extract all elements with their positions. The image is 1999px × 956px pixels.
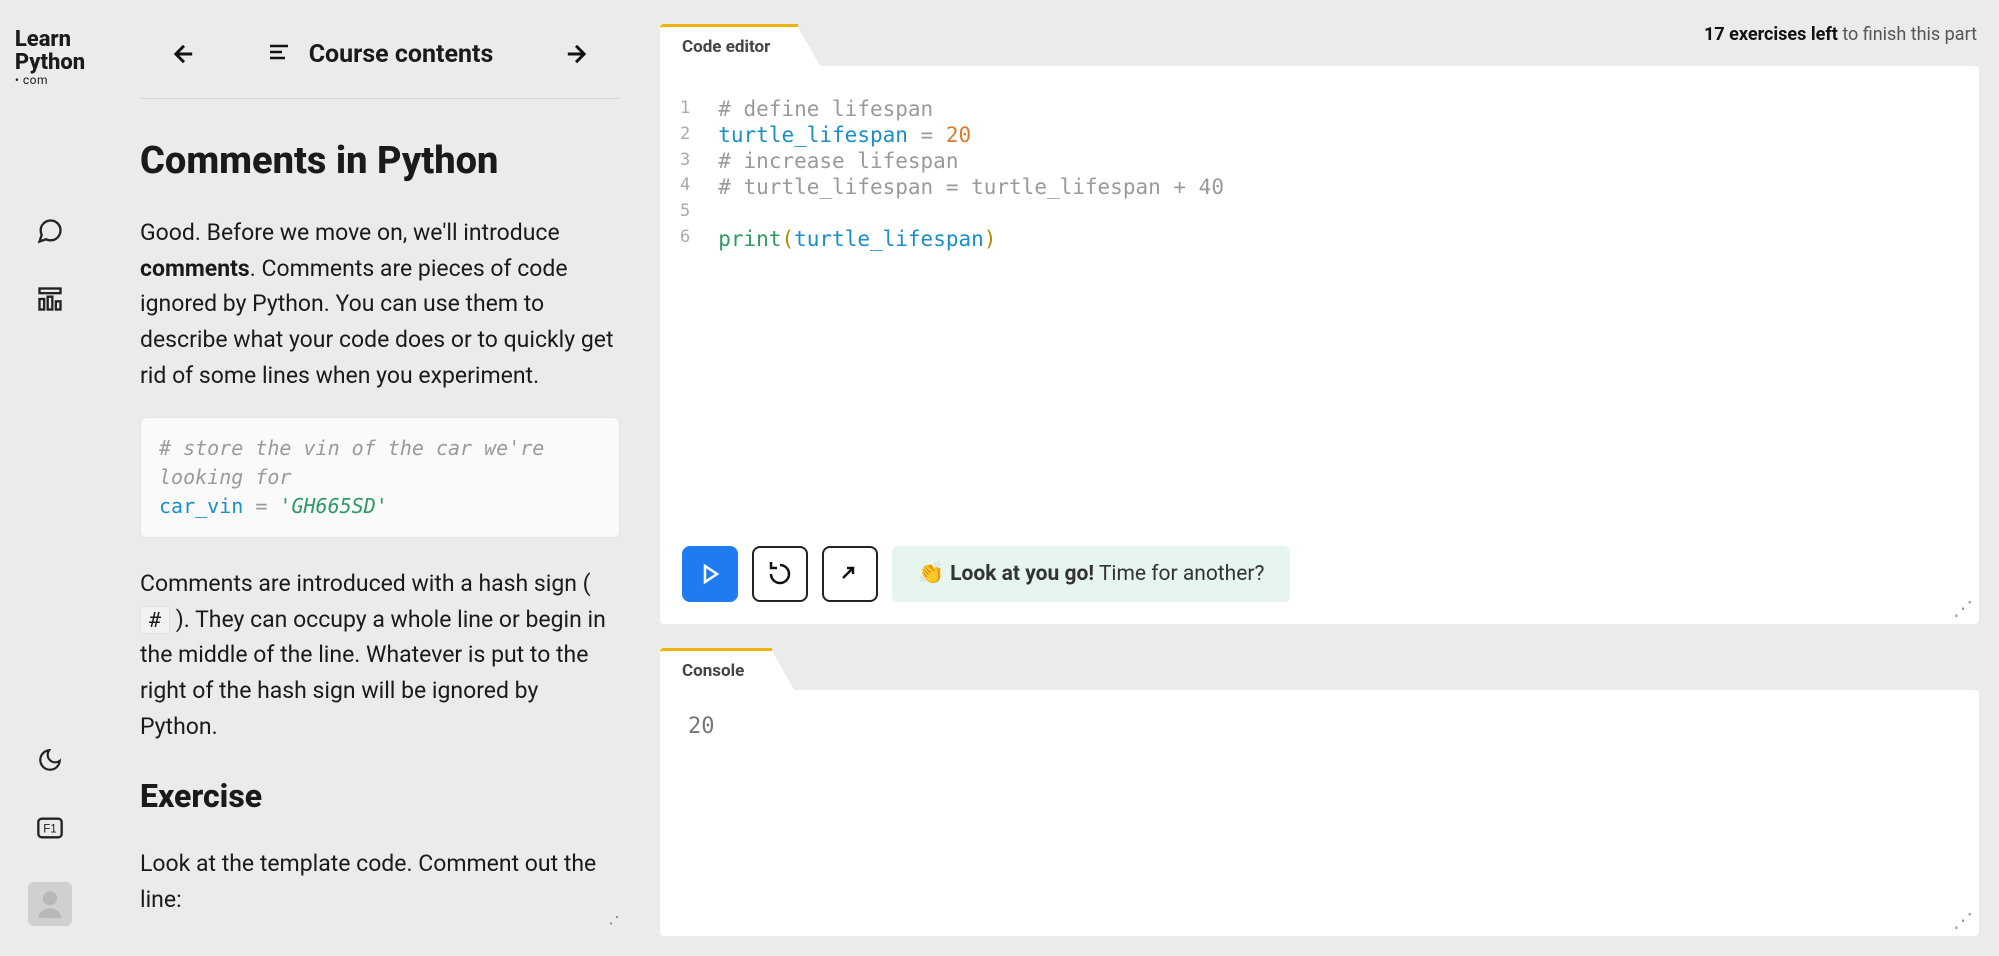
moon-icon[interactable]: [36, 746, 64, 774]
code-sample: # store the vin of the car we're looking…: [140, 417, 620, 538]
next-arrow-icon[interactable]: [556, 34, 596, 74]
console-tab-label: Console: [682, 661, 744, 681]
code-l2b: =: [908, 123, 946, 147]
intro-bold: comments: [140, 255, 250, 282]
logo-line-1: Learn: [15, 28, 85, 51]
editor-actions: 👏Look at you go! Time for another?: [682, 546, 1290, 602]
avatar[interactable]: [28, 882, 72, 926]
line-num: 1: [680, 96, 690, 122]
line-num: 5: [680, 199, 690, 225]
line-num: 4: [680, 173, 690, 199]
exercise-text: Look at the template code. Comment out t…: [140, 846, 620, 917]
run-button[interactable]: [682, 546, 738, 602]
feedback-rest: Time for another?: [1094, 562, 1264, 586]
lesson-after-sample: Comments are introduced with a hash sign…: [140, 566, 620, 744]
lesson-content: Comments in Python Good. Before we move …: [140, 98, 620, 934]
line-gutter: 1 2 3 4 5 6: [680, 96, 718, 252]
console-output[interactable]: 20 ⋰: [660, 690, 1979, 936]
clap-icon: 👏: [918, 562, 944, 586]
resize-handle-icon[interactable]: ⋰: [608, 907, 620, 928]
site-logo[interactable]: Learn Python • com: [15, 28, 85, 87]
code-l4: # turtle_lifespan = turtle_lifespan + 40: [718, 175, 1224, 199]
line-num: 6: [680, 225, 690, 251]
feedback-bold: Look at you go!: [950, 562, 1094, 586]
logo-sub: • com: [15, 74, 85, 87]
editor-tab-strip: Code editor: [660, 24, 1979, 66]
keyboard-f1-icon[interactable]: F1: [36, 814, 64, 842]
code-l6-close: ): [984, 227, 997, 251]
resize-handle-icon[interactable]: ⋰: [1953, 908, 1973, 932]
lesson-nav: Course contents: [140, 34, 620, 98]
logo-line-2: Python: [15, 51, 85, 74]
code-l2c: 20: [946, 123, 971, 147]
tab-console[interactable]: Console: [660, 648, 772, 690]
menu-icon: [267, 40, 291, 69]
lesson-intro: Good. Before we move on, we'll introduce…: [140, 215, 620, 393]
sample-comment: # store the vin of the car we're looking…: [159, 436, 556, 489]
feedback-message: 👏Look at you go! Time for another?: [892, 546, 1290, 602]
resize-handle-icon[interactable]: ⋰: [1953, 596, 1973, 620]
code-l2a: turtle_lifespan: [718, 123, 908, 147]
lesson-pane: Course contents Comments in Python Good.…: [140, 34, 620, 934]
sample-ident: car_vin: [159, 494, 243, 518]
lesson-title: Comments in Python: [140, 139, 620, 183]
console-tab-strip: Console: [660, 648, 1979, 690]
after-sample-1: Comments are introduced with a hash sign…: [140, 570, 591, 597]
console-panel: Console 20 ⋰: [660, 648, 1979, 936]
prev-arrow-icon[interactable]: [164, 34, 204, 74]
code-lines: # define lifespan turtle_lifespan = 20 #…: [718, 96, 1224, 252]
line-num: 2: [680, 122, 690, 148]
code-l1: # define lifespan: [718, 97, 933, 121]
tab-code-editor[interactable]: Code editor: [660, 24, 798, 66]
chat-icon[interactable]: [36, 217, 64, 245]
sample-string: 'GH665SD': [279, 494, 387, 518]
exercise-heading: Exercise: [140, 772, 620, 822]
reset-button[interactable]: [752, 546, 808, 602]
code-l3: # increase lifespan: [718, 149, 958, 173]
editor-tab-label: Code editor: [682, 37, 770, 57]
code-editor[interactable]: 1 2 3 4 5 6 # define lifespan turtle_lif…: [660, 66, 1979, 624]
code-l6-func: print: [718, 227, 781, 251]
next-button[interactable]: [822, 546, 878, 602]
svg-text:F1: F1: [43, 823, 57, 836]
progress-icon[interactable]: [36, 285, 64, 313]
code-l6-open: (: [781, 227, 794, 251]
editor-panel: Code editor 1 2 3 4 5 6 # define lifespa…: [660, 24, 1979, 624]
intro-prefix: Good. Before we move on, we'll introduce: [140, 219, 560, 246]
left-rail: Learn Python • com F1: [0, 0, 100, 956]
course-contents-link[interactable]: Course contents: [267, 40, 494, 69]
after-sample-2: ). They can occupy a whole line or begin…: [140, 606, 606, 740]
code-l6-arg: turtle_lifespan: [794, 227, 984, 251]
console-text: 20: [688, 714, 1951, 739]
line-num: 3: [680, 148, 690, 174]
course-contents-label: Course contents: [309, 40, 494, 69]
hash-inline-code: #: [140, 606, 170, 634]
sample-eq: =: [243, 494, 279, 518]
